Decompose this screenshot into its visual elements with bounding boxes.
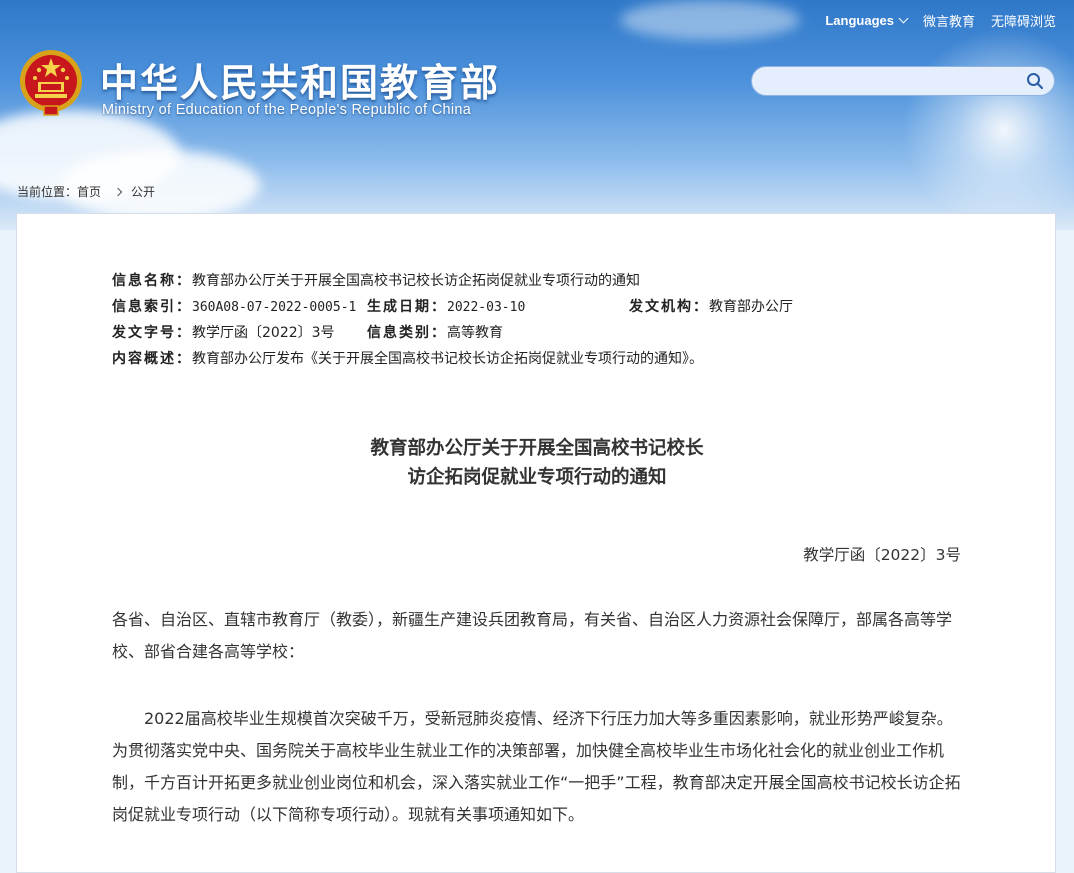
info-category-label: 信息类别： xyxy=(367,325,447,341)
dandelion-decoration xyxy=(894,20,1074,230)
info-docno-row: 发文字号：教学厅函〔2022〕3号 xyxy=(112,322,335,342)
document-paragraph: 2022届高校毕业生规模首次突破千万，受新冠肺炎疫情、经济下行压力加大等多重因素… xyxy=(112,709,961,824)
search-input[interactable] xyxy=(766,71,1020,93)
header-banner: 中华人民共和国教育部 Ministry of Education of the … xyxy=(0,0,1074,230)
info-index-row: 信息索引：360A08-07-2022-0005-1 xyxy=(112,296,356,316)
national-emblem-icon xyxy=(20,50,82,116)
info-summary-value: 教育部办公厅发布《关于开展全国高校书记校长访企拓岗促就业专项行动的通知》。 xyxy=(192,351,703,367)
info-date-value: 2022-03-10 xyxy=(447,300,526,315)
breadcrumb-arrow-icon xyxy=(113,187,123,196)
cloud-decoration xyxy=(620,0,800,40)
info-name-label: 信息名称： xyxy=(112,273,192,289)
info-index-label: 信息索引： xyxy=(112,299,192,315)
document-title-line1: 教育部办公厅关于开展全国高校书记校长 xyxy=(370,438,704,459)
info-docno-value: 教学厅函〔2022〕3号 xyxy=(192,325,335,341)
info-org-value: 教育部办公厅 xyxy=(709,299,793,315)
languages-menu[interactable]: Languages xyxy=(825,13,909,28)
info-category-row: 信息类别：高等教育 xyxy=(367,322,503,342)
document-title-line2: 访企拓岗促就业专项行动的通知 xyxy=(407,467,667,488)
accessible-browse-link[interactable]: 无障碍浏览 xyxy=(991,11,1056,30)
info-date-label: 生成日期： xyxy=(367,299,447,315)
top-links: Languages 微言教育 无障碍浏览 xyxy=(825,11,1056,30)
info-org-row: 发文机构：教育部办公厅 xyxy=(629,296,793,316)
breadcrumb-current[interactable]: 公开 xyxy=(131,183,155,200)
chevron-down-icon xyxy=(898,13,909,24)
document-salutation: 各省、自治区、直辖市教育厅（教委），新疆生产建设兵团教育局，有关省、自治区人力资… xyxy=(112,610,953,661)
breadcrumb-home[interactable]: 首页 xyxy=(77,183,101,200)
info-index-value: 360A08-07-2022-0005-1 xyxy=(192,300,357,315)
search-icon[interactable] xyxy=(1026,72,1044,90)
info-summary-row: 内容概述：教育部办公厅发布《关于开展全国高校书记校长访企拓岗促就业专项行动的通知… xyxy=(112,348,703,368)
document-number: 教学厅函〔2022〕3号 xyxy=(803,546,961,564)
info-org-label: 发文机构： xyxy=(629,299,709,315)
site-subtitle: Ministry of Education of the People's Re… xyxy=(102,102,472,118)
info-date-row: 生成日期：2022-03-10 xyxy=(367,296,525,316)
info-docno-label: 发文字号： xyxy=(112,325,192,341)
site-title[interactable]: 中华人民共和国教育部 xyxy=(100,52,500,107)
breadcrumb-label: 当前位置： xyxy=(17,185,78,199)
languages-label: Languages xyxy=(825,13,894,28)
info-name-row: 信息名称：教育部办公厅关于开展全国高校书记校长访企拓岗促就业专项行动的通知 xyxy=(112,270,640,290)
document-title: 教育部办公厅关于开展全国高校书记校长 访企拓岗促就业专项行动的通知 xyxy=(0,434,1074,492)
info-category-value: 高等教育 xyxy=(447,325,503,341)
info-name-value: 教育部办公厅关于开展全国高校书记校长访企拓岗促就业专项行动的通知 xyxy=(192,273,640,289)
breadcrumb: 当前位置： 首页 公开 xyxy=(17,183,155,200)
weibo-link[interactable]: 微言教育 xyxy=(923,11,975,30)
search-box xyxy=(751,66,1055,96)
info-summary-label: 内容概述： xyxy=(112,351,192,367)
